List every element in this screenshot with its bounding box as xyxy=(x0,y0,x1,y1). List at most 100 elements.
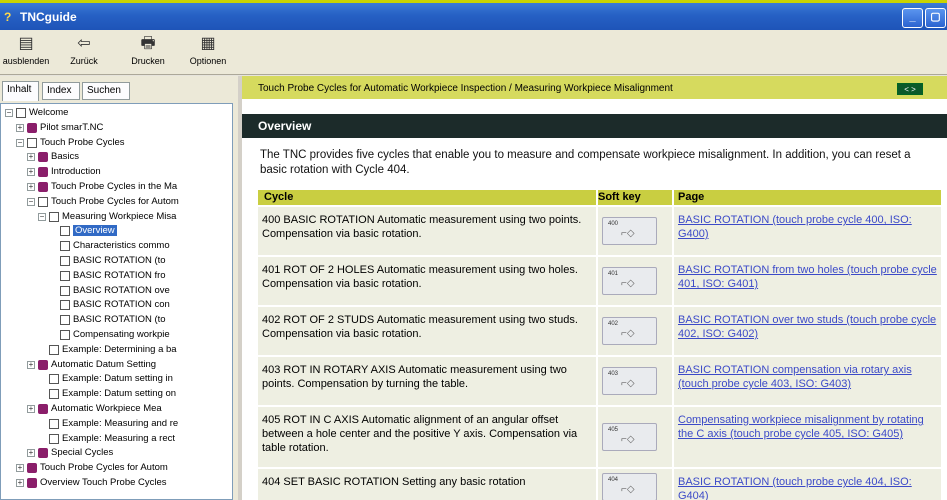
table-row: 402 ROT OF 2 STUDS Automatic measurement… xyxy=(258,307,941,355)
tree-item[interactable]: Example: Determining a ba xyxy=(38,344,177,356)
hide-pane-icon: ▤ xyxy=(18,35,34,52)
tree-item[interactable]: − Welcome xyxy=(5,107,68,119)
tree-item[interactable]: Overview xyxy=(49,225,117,237)
back-button[interactable]: ⇦ Zurück xyxy=(60,33,108,71)
minimize-button[interactable]: _ xyxy=(902,8,923,28)
tree-item[interactable]: Example: Datum setting on xyxy=(38,388,176,400)
print-button[interactable]: 🖶 Drucken xyxy=(124,33,172,71)
tree-item[interactable]: + Automatic Workpiece Mea xyxy=(27,403,162,415)
contents-tree[interactable]: − Welcome + Pilot smarT.NC − Touch Probe Cycl… xyxy=(0,103,233,500)
tree-item[interactable]: + Introduction xyxy=(27,166,101,178)
tree-item[interactable]: BASIC ROTATION (to xyxy=(49,255,166,267)
back-arrow-icon: ⇦ xyxy=(77,35,91,52)
prev-next-buttons[interactable]: < > xyxy=(897,83,923,95)
tree-item-label: Automatic Workpiece Mea xyxy=(51,403,162,414)
cycle-description: 400 BASIC ROTATION Automatic measurement… xyxy=(262,214,582,240)
tree-item[interactable]: + Automatic Datum Setting xyxy=(27,359,156,371)
open-book-icon xyxy=(38,196,48,207)
probe-icon: ⌐◇ xyxy=(621,434,635,445)
tree-item-label: Compensating workpie xyxy=(73,329,170,340)
tree-item[interactable]: + Overview Touch Probe Cycles xyxy=(16,477,167,489)
tree-item-label: Overview xyxy=(73,225,117,237)
tree-item-label: Characteristics commo xyxy=(73,240,170,252)
page-icon xyxy=(60,285,70,296)
tree-item-label: Welcome xyxy=(29,107,69,118)
page-link[interactable]: Compensating workpiece misalignment by r… xyxy=(678,413,938,441)
softkey-image: 402 ⌐◇ xyxy=(602,317,657,345)
options-button[interactable]: ▦ Optionen xyxy=(184,33,232,71)
closed-book-icon xyxy=(38,182,48,192)
tree-item-label: Introduction xyxy=(51,166,101,178)
collapse-icon[interactable]: − xyxy=(27,197,35,206)
expand-icon[interactable]: + xyxy=(27,405,35,413)
expand-icon[interactable]: + xyxy=(27,360,35,369)
tree-item[interactable]: Example: Datum setting in xyxy=(38,373,173,385)
tree-item[interactable]: Compensating workpie xyxy=(49,329,170,341)
expand-icon[interactable]: + xyxy=(16,464,24,473)
tree-item-label: Touch Probe Cycles xyxy=(40,136,125,148)
collapse-icon[interactable]: − xyxy=(5,109,13,117)
table-row: 400 BASIC ROTATION Automatic measurement… xyxy=(258,207,941,255)
table-row: 405 ROT IN C AXIS Automatic alignment of… xyxy=(258,407,941,467)
tree-item[interactable]: − Measuring Workpiece Misa xyxy=(38,211,176,223)
softkey-number: 404 xyxy=(608,477,619,483)
collapse-icon[interactable]: − xyxy=(16,138,24,147)
tree-item[interactable]: − Touch Probe Cycles for Autom xyxy=(27,196,179,208)
hide-pane-button[interactable]: ▤ ausblenden xyxy=(2,33,50,71)
tree-item[interactable]: Example: Measuring a rect xyxy=(38,433,175,445)
page-link[interactable]: BASIC ROTATION (touch probe cycle 404, I… xyxy=(678,475,938,500)
tree-item-label: BASIC ROTATION ove xyxy=(73,284,170,296)
page-link[interactable]: BASIC ROTATION compensation via rotary a… xyxy=(678,363,938,391)
tree-item[interactable]: + Touch Probe Cycles in the Ma xyxy=(27,181,177,193)
expand-icon[interactable]: + xyxy=(16,123,24,132)
printer-icon: 🖶 xyxy=(140,35,156,52)
page-icon xyxy=(49,344,59,355)
tab-inhalt[interactable]: Inhalt xyxy=(2,81,39,101)
tree-item[interactable]: BASIC ROTATION (to xyxy=(49,314,166,326)
expand-icon[interactable]: + xyxy=(27,153,35,162)
page-icon xyxy=(60,315,70,326)
softkey-number: 402 xyxy=(608,321,619,327)
softkey-number: 405 xyxy=(608,427,619,433)
page-icon xyxy=(49,389,59,400)
expand-icon[interactable]: + xyxy=(27,183,35,191)
page-link[interactable]: BASIC ROTATION (touch probe cycle 400, I… xyxy=(678,213,938,241)
tree-item-label: Touch Probe Cycles for Autom xyxy=(51,195,179,207)
tree-item[interactable]: − Touch Probe Cycles xyxy=(16,137,124,149)
tree-item[interactable]: + Basics xyxy=(27,151,79,163)
tree-item-label: Automatic Datum Setting xyxy=(51,358,157,370)
tree-item[interactable]: + Special Cycles xyxy=(27,447,113,459)
nav-tabs: Inhalt Index Suchen xyxy=(0,81,238,102)
tree-item[interactable]: BASIC ROTATION fro xyxy=(49,270,166,282)
cycle-description: 402 ROT OF 2 STUDS Automatic measurement… xyxy=(262,314,578,340)
softkey-number: 403 xyxy=(608,371,619,377)
maximize-button[interactable]: ▢ xyxy=(925,8,946,28)
window-title: TNCguide xyxy=(20,10,77,24)
expand-icon[interactable]: + xyxy=(27,168,35,177)
tree-item[interactable]: + Pilot smarT.NC xyxy=(16,122,103,134)
options-label: Optionen xyxy=(189,56,227,66)
app-icon: ? xyxy=(4,10,12,24)
topic-header: Touch Probe Cycles for Automatic Workpie… xyxy=(242,76,947,102)
tab-suchen[interactable]: Suchen xyxy=(82,82,130,100)
expand-icon[interactable]: + xyxy=(27,449,35,458)
softkey-number: 400 xyxy=(608,221,619,227)
collapse-icon[interactable]: − xyxy=(38,212,46,221)
page-link[interactable]: BASIC ROTATION over two studs (touch pro… xyxy=(678,313,938,341)
expand-icon[interactable]: + xyxy=(16,479,24,487)
tree-item[interactable]: BASIC ROTATION ove xyxy=(49,285,170,297)
probe-icon: ⌐◇ xyxy=(621,278,635,289)
page-icon xyxy=(60,330,70,340)
tree-item[interactable]: + Touch Probe Cycles for Autom xyxy=(16,462,168,474)
back-label: Zurück xyxy=(70,56,98,66)
tree-item[interactable]: Example: Measuring and re xyxy=(38,418,178,430)
tree-item[interactable]: Characteristics commo xyxy=(49,240,170,252)
tree-item[interactable]: BASIC ROTATION con xyxy=(49,299,170,311)
tab-index[interactable]: Index xyxy=(42,82,80,100)
probe-icon: ⌐◇ xyxy=(621,484,635,495)
table-header: Cycle Soft key Page xyxy=(258,190,941,205)
page-link[interactable]: BASIC ROTATION from two holes (touch pro… xyxy=(678,263,938,291)
closed-book-icon xyxy=(38,448,48,459)
page-icon xyxy=(49,418,59,429)
softkey-image: 404 ⌐◇ xyxy=(602,473,657,500)
